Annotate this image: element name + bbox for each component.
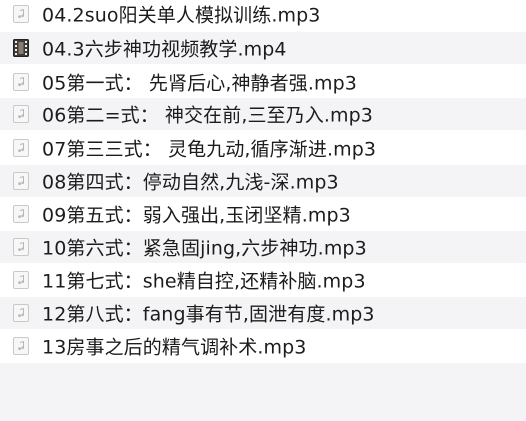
file-row[interactable]: 04.2suo阳关单人模拟训练.mp3: [0, 0, 526, 30]
file-row[interactable]: 09第五式：弱入强出,玉闭坚精.mp3: [0, 198, 526, 230]
audio-file-icon: [13, 304, 29, 322]
audio-file-icon: [13, 105, 29, 123]
file-name: 08第四式：停动自然,九浅-深.mp3: [42, 171, 339, 194]
file-name: 07第三三式： 灵龟九动,循序渐进.mp3: [42, 138, 377, 161]
file-row[interactable]: 11第七式：she精自控,还精补脑.mp3: [0, 264, 526, 296]
file-name: 10第六式：紧急固jing,六步神功.mp3: [42, 237, 367, 260]
audio-file-icon: [13, 337, 29, 355]
audio-file-icon: [13, 5, 29, 23]
file-row[interactable]: 08第四式：停动自然,九浅-深.mp3: [0, 165, 526, 197]
file-name: 11第七式：she精自控,还精补脑.mp3: [42, 270, 366, 293]
audio-file-icon: [13, 205, 29, 223]
file-name: 12第八式：fang事有节,固泄有度.mp3: [42, 303, 375, 326]
file-row[interactable]: 07第三三式： 灵龟九动,循序渐进.mp3: [0, 132, 526, 164]
file-row[interactable]: 10第六式：紧急固jing,六步神功.mp3: [0, 231, 526, 263]
file-row[interactable]: 04.3六步神功视频教学.mp4: [0, 32, 526, 64]
audio-file-icon: [13, 73, 29, 91]
file-row[interactable]: 05第一式： 先肾后心,神静者强.mp3: [0, 66, 526, 98]
file-row[interactable]: 13房事之后的精气调补术.mp3: [0, 330, 526, 362]
file-row[interactable]: 12第八式：fang事有节,固泄有度.mp3: [0, 297, 526, 329]
file-name: 04.3六步神功视频教学.mp4: [42, 38, 287, 61]
file-list: 04.2suo阳关单人模拟训练.mp3 04.3六步神功视频教学.mp4 05第…: [0, 0, 526, 421]
audio-file-icon: [13, 172, 29, 190]
empty-row: [0, 363, 526, 421]
file-name: 05第一式： 先肾后心,神静者强.mp3: [42, 72, 357, 95]
file-name: 04.2suo阳关单人模拟训练.mp3: [42, 4, 321, 27]
video-file-icon: [13, 39, 29, 57]
file-name: 06第二=式： 神交在前,三至乃入.mp3: [42, 104, 373, 127]
audio-file-icon: [13, 271, 29, 289]
audio-file-icon: [13, 139, 29, 157]
file-row[interactable]: 06第二=式： 神交在前,三至乃入.mp3: [0, 98, 526, 130]
file-name: 13房事之后的精气调补术.mp3: [42, 336, 307, 359]
file-name: 09第五式：弱入强出,玉闭坚精.mp3: [42, 204, 351, 227]
audio-file-icon: [13, 238, 29, 256]
